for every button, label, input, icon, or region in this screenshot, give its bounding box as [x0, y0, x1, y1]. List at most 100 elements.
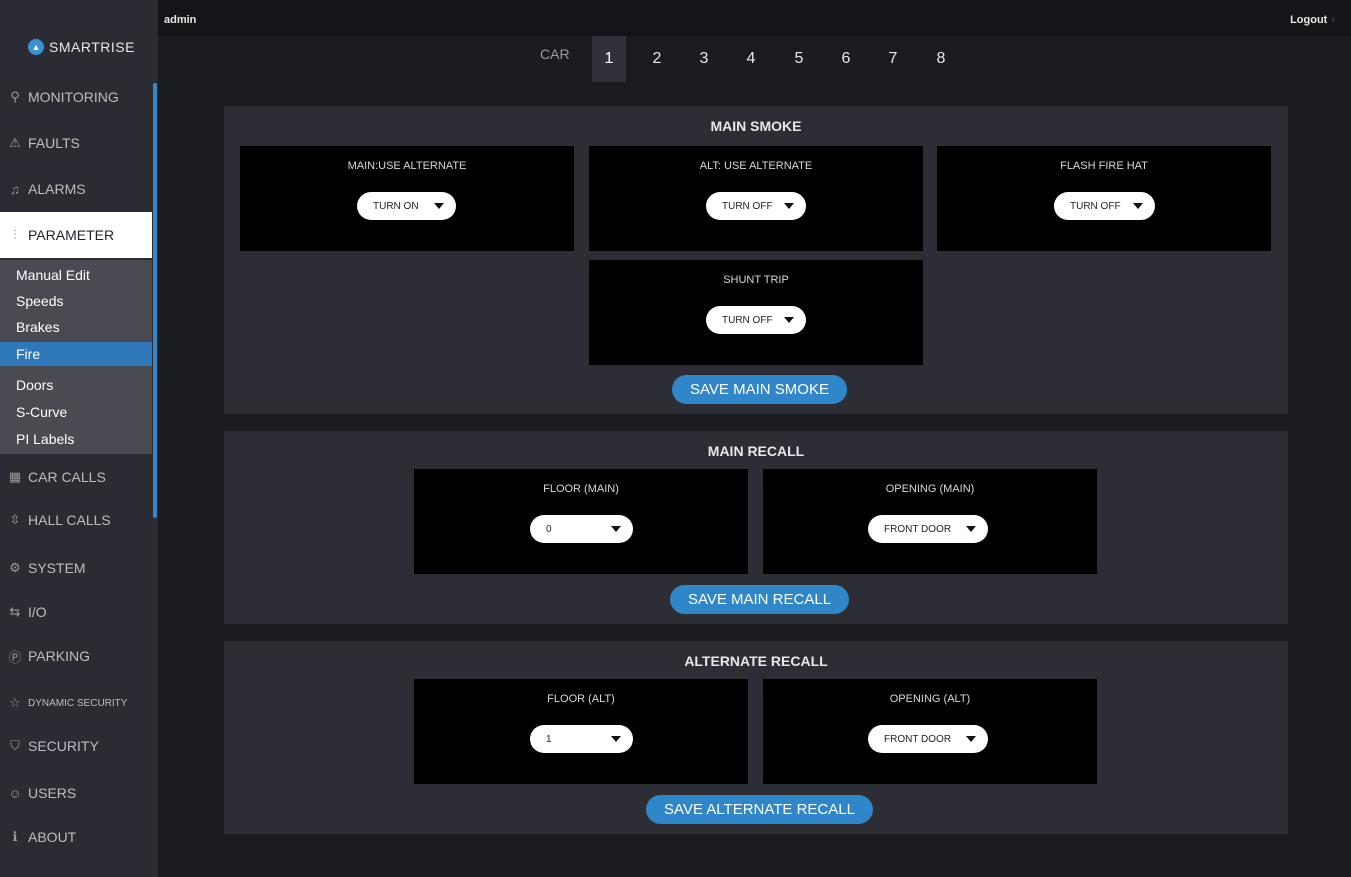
submenu-item-fire[interactable]: Fire	[0, 342, 152, 366]
opening-main-select[interactable]: FRONT DOOR	[868, 515, 988, 543]
submenu-item-brakes[interactable]: Brakes	[0, 315, 152, 339]
bell-icon: ♫	[10, 181, 20, 197]
sidebar-item-system[interactable]: ⚙ SYSTEM	[0, 545, 152, 591]
sidebar-item-label: PARKING	[28, 648, 90, 664]
shunt-trip-card: SHUNT TRIP TURN OFF	[589, 260, 923, 365]
caret-down-icon	[611, 736, 621, 742]
alt-use-alternate-label: ALT: USE ALTERNATE	[699, 160, 813, 172]
opening-alt-card: OPENING (ALT) FRONT DOOR	[763, 679, 1097, 784]
sidebar-item-label: FAULTS	[28, 135, 80, 151]
star-icon: ☆	[9, 695, 21, 710]
sliders-icon: ⫶	[13, 227, 17, 242]
caret-down-icon	[784, 203, 794, 209]
car-tab-4[interactable]: 4	[734, 36, 768, 82]
floor-alt-label: FLOOR (ALT)	[547, 693, 615, 705]
sidebar-item-monitoring[interactable]: ⚲ MONITORING	[0, 74, 152, 120]
select-value: TURN OFF	[722, 314, 773, 326]
caret-down-icon	[434, 203, 444, 209]
select-value: FRONT DOOR	[884, 733, 952, 745]
sidebar: ▲ SMARTRISE ⚲ MONITORING ⚠ FAULTS ♫ ALAR…	[0, 0, 158, 877]
sidebar-scrollbar[interactable]	[153, 83, 157, 518]
floor-main-select[interactable]: 0	[530, 515, 633, 543]
sidebar-item-users[interactable]: ☺ USERS	[0, 770, 152, 816]
parking-icon: Ⓟ	[8, 649, 22, 665]
sidebar-item-dynamic-security[interactable]: ☆ DYNAMIC SECURITY	[0, 680, 152, 726]
submenu-item-doors[interactable]: Doors	[0, 373, 152, 397]
alternate-recall-title: ALTERNATE RECALL	[684, 653, 828, 669]
users-icon: ☺	[8, 785, 22, 801]
brand-mark-icon: ▲	[28, 39, 44, 55]
car-selector-label: CAR	[540, 46, 570, 62]
sidebar-item-parameter[interactable]: ⫶ PARAMETER	[0, 212, 152, 258]
select-value: TURN ON	[373, 200, 419, 212]
brand-name: SMARTRISE	[49, 39, 135, 55]
main-recall-panel: MAIN RECALL FLOOR (MAIN) 0 OPENING (MAIN…	[224, 431, 1288, 624]
car-tab-2[interactable]: 2	[640, 36, 674, 82]
select-value: TURN OFF	[722, 200, 773, 212]
top-bar: admin Logout ›	[158, 0, 1351, 36]
car-tab-3[interactable]: 3	[687, 36, 721, 82]
alt-use-alternate-select[interactable]: TURN OFF	[706, 192, 806, 220]
opening-main-card: OPENING (MAIN) FRONT DOOR	[763, 469, 1097, 574]
main-smoke-title: MAIN SMOKE	[710, 118, 802, 134]
sidebar-item-security[interactable]: ⛉ SECURITY	[0, 723, 152, 769]
flash-fire-hat-select[interactable]: TURN OFF	[1054, 192, 1155, 220]
select-value: FRONT DOOR	[884, 523, 952, 535]
floor-alt-select[interactable]: 1	[530, 725, 633, 753]
save-alternate-recall-button[interactable]: SAVE ALTERNATE RECALL	[646, 795, 873, 824]
caret-down-icon	[784, 317, 794, 323]
select-value: 1	[546, 733, 552, 745]
up-down-arrows-icon: ⇳	[9, 512, 21, 527]
info-icon: ℹ	[12, 829, 18, 844]
opening-alt-select[interactable]: FRONT DOOR	[868, 725, 988, 753]
caret-down-icon	[966, 736, 976, 742]
alternate-recall-panel: ALTERNATE RECALL FLOOR (ALT) 1 OPENING (…	[224, 641, 1288, 834]
sidebar-item-label: DYNAMIC SECURITY	[28, 697, 128, 709]
swap-arrows-icon: ⇆	[9, 604, 21, 619]
sidebar-item-about[interactable]: ℹ ABOUT	[0, 814, 152, 860]
submenu-item-manual-edit[interactable]: Manual Edit	[0, 263, 152, 287]
main-recall-title: MAIN RECALL	[707, 443, 805, 459]
car-tab-6[interactable]: 6	[829, 36, 863, 82]
sidebar-item-label: ABOUT	[28, 829, 77, 845]
chevron-right-icon: ›	[1331, 14, 1335, 26]
sidebar-item-faults[interactable]: ⚠ FAULTS	[0, 120, 152, 166]
save-main-recall-button[interactable]: SAVE MAIN RECALL	[670, 585, 849, 614]
current-user: admin	[164, 14, 197, 26]
shunt-trip-select[interactable]: TURN OFF	[706, 306, 806, 334]
submenu-item-pi-labels[interactable]: PI Labels	[0, 427, 152, 451]
submenu-item-s-curve[interactable]: S-Curve	[0, 400, 152, 424]
sidebar-item-label: I/O	[28, 604, 47, 620]
car-tab-1[interactable]: 1	[592, 36, 626, 82]
brand-logo[interactable]: ▲ SMARTRISE	[28, 36, 135, 58]
sidebar-item-alarms[interactable]: ♫ ALARMS	[0, 166, 152, 212]
car-tab-7[interactable]: 7	[876, 36, 910, 82]
sidebar-item-parking[interactable]: Ⓟ PARKING	[0, 633, 152, 679]
sidebar-item-label: HALL CALLS	[28, 512, 111, 528]
opening-main-label: OPENING (MAIN)	[885, 483, 975, 495]
sidebar-item-hall-calls[interactable]: ⇳ HALL CALLS	[0, 497, 152, 543]
sidebar-item-label: CAR CALLS	[28, 469, 106, 485]
floor-alt-card: FLOOR (ALT) 1	[414, 679, 748, 784]
main-use-alternate-card: MAIN:USE ALTERNATE TURN ON	[240, 146, 574, 251]
sidebar-item-label: SYSTEM	[28, 560, 86, 576]
shield-icon: ⛉	[10, 738, 20, 753]
caret-down-icon	[1133, 203, 1143, 209]
sidebar-item-car-calls[interactable]: ▦ CAR CALLS	[0, 454, 152, 500]
keypad-icon: ▦	[8, 469, 22, 484]
caret-down-icon	[611, 526, 621, 532]
opening-alt-label: OPENING (ALT)	[889, 693, 971, 705]
sidebar-item-label: MONITORING	[28, 89, 119, 105]
sidebar-item-io[interactable]: ⇆ I/O	[0, 589, 152, 635]
car-tab-5[interactable]: 5	[782, 36, 816, 82]
main-use-alternate-label: MAIN:USE ALTERNATE	[347, 160, 467, 172]
submenu-item-speeds[interactable]: Speeds	[0, 289, 152, 313]
sidebar-item-label: USERS	[28, 785, 77, 801]
magnifier-icon: ⚲	[10, 89, 20, 104]
flash-fire-hat-label: FLASH FIRE HAT	[1060, 160, 1148, 172]
main-use-alternate-select[interactable]: TURN ON	[357, 192, 456, 220]
save-main-smoke-button[interactable]: SAVE MAIN SMOKE	[672, 375, 847, 404]
car-tab-8[interactable]: 8	[924, 36, 958, 82]
main-smoke-panel: MAIN SMOKE MAIN:USE ALTERNATE TURN ON AL…	[224, 106, 1288, 414]
logout-button[interactable]: Logout ›	[1290, 14, 1335, 26]
